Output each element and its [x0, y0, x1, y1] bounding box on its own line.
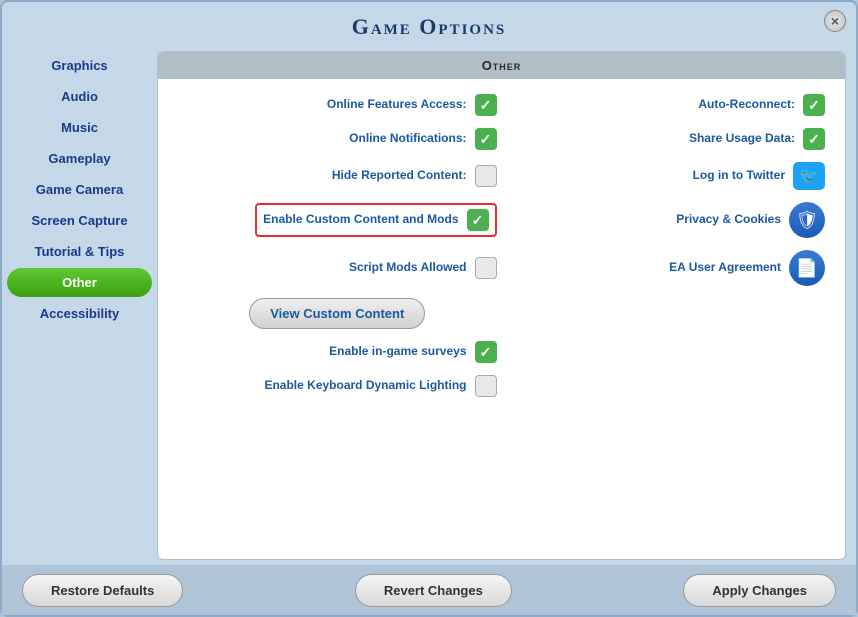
- twitter-button[interactable]: 🐦: [793, 162, 825, 190]
- setting-script-mods: Script Mods Allowed: [178, 250, 497, 286]
- sidebar-item-tutorial-tips[interactable]: Tutorial & Tips: [7, 237, 152, 266]
- online-notifications-label: Online Notifications:: [349, 131, 466, 147]
- setting-enable-custom: Enable Custom Content and Mods ✓: [255, 203, 496, 237]
- ingame-surveys-label: Enable in-game surveys: [329, 344, 466, 360]
- auto-reconnect-check[interactable]: ✓: [803, 94, 825, 116]
- script-mods-label: Script Mods Allowed: [349, 260, 467, 276]
- sidebar-item-screen-capture[interactable]: Screen Capture: [7, 206, 152, 235]
- sidebar-item-accessibility[interactable]: Accessibility: [7, 299, 152, 328]
- setting-keyboard-lighting: Enable Keyboard Dynamic Lighting: [178, 375, 497, 397]
- sidebar-item-other[interactable]: Other: [7, 268, 152, 297]
- sidebar-item-audio[interactable]: Audio: [7, 82, 152, 111]
- empty-right-col-7: [507, 341, 826, 363]
- empty-right-col-6: [507, 298, 826, 329]
- privacy-button[interactable]: 🛡: [789, 202, 825, 238]
- twitter-label: Log in to Twitter: [693, 168, 785, 184]
- apply-changes-button[interactable]: Apply Changes: [683, 574, 836, 607]
- setting-hide-reported: Hide Reported Content:: [178, 162, 497, 190]
- ea-agreement-button[interactable]: 📄: [789, 250, 825, 286]
- game-options-window: Game Options × Graphics Audio Music Game…: [0, 0, 858, 617]
- setting-online-features: Online Features Access: ✓: [178, 94, 497, 116]
- hide-reported-check[interactable]: [475, 165, 497, 187]
- title-bar: Game Options ×: [2, 2, 856, 46]
- view-custom-content-wrapper: View Custom Content: [178, 298, 497, 329]
- section-header: Other: [158, 52, 845, 79]
- setting-ingame-surveys: Enable in-game surveys ✓: [178, 341, 497, 363]
- online-features-check[interactable]: ✓: [475, 94, 497, 116]
- enable-custom-label: Enable Custom Content and Mods: [263, 212, 458, 228]
- window-title: Game Options: [2, 14, 856, 40]
- online-features-label: Online Features Access:: [327, 97, 467, 113]
- script-mods-check[interactable]: [475, 257, 497, 279]
- hide-reported-label: Hide Reported Content:: [332, 168, 467, 184]
- setting-enable-custom-wrapper: Enable Custom Content and Mods ✓: [178, 202, 497, 238]
- setting-ea-agreement: EA User Agreement 📄: [507, 250, 826, 286]
- online-notifications-check[interactable]: ✓: [475, 128, 497, 150]
- share-usage-label: Share Usage Data:: [689, 131, 795, 147]
- footer: Restore Defaults Revert Changes Apply Ch…: [2, 565, 856, 615]
- setting-online-notifications: Online Notifications: ✓: [178, 128, 497, 150]
- enable-custom-check[interactable]: ✓: [467, 209, 489, 231]
- sidebar-item-gameplay[interactable]: Gameplay: [7, 144, 152, 173]
- view-custom-content-button[interactable]: View Custom Content: [249, 298, 425, 329]
- privacy-label: Privacy & Cookies: [676, 212, 781, 228]
- ea-agreement-label: EA User Agreement: [669, 260, 781, 276]
- ingame-surveys-check[interactable]: ✓: [475, 341, 497, 363]
- main-content: Graphics Audio Music Gameplay Game Camer…: [2, 46, 856, 565]
- empty-right-col-8: [507, 375, 826, 397]
- restore-defaults-button[interactable]: Restore Defaults: [22, 574, 183, 607]
- sidebar-item-game-camera[interactable]: Game Camera: [7, 175, 152, 204]
- sidebar-item-music[interactable]: Music: [7, 113, 152, 142]
- content-area: Other Online Features Access: ✓ Auto-Rec…: [157, 51, 846, 560]
- close-button[interactable]: ×: [824, 10, 846, 32]
- auto-reconnect-label: Auto-Reconnect:: [698, 97, 795, 113]
- setting-auto-reconnect: Auto-Reconnect: ✓: [507, 94, 826, 116]
- keyboard-lighting-check[interactable]: [475, 375, 497, 397]
- setting-privacy: Privacy & Cookies 🛡: [507, 202, 826, 238]
- sidebar: Graphics Audio Music Gameplay Game Camer…: [2, 46, 157, 565]
- keyboard-lighting-label: Enable Keyboard Dynamic Lighting: [264, 378, 466, 394]
- share-usage-check[interactable]: ✓: [803, 128, 825, 150]
- setting-share-usage: Share Usage Data: ✓: [507, 128, 826, 150]
- sidebar-item-graphics[interactable]: Graphics: [7, 51, 152, 80]
- setting-twitter: Log in to Twitter 🐦: [507, 162, 826, 190]
- revert-changes-button[interactable]: Revert Changes: [355, 574, 512, 607]
